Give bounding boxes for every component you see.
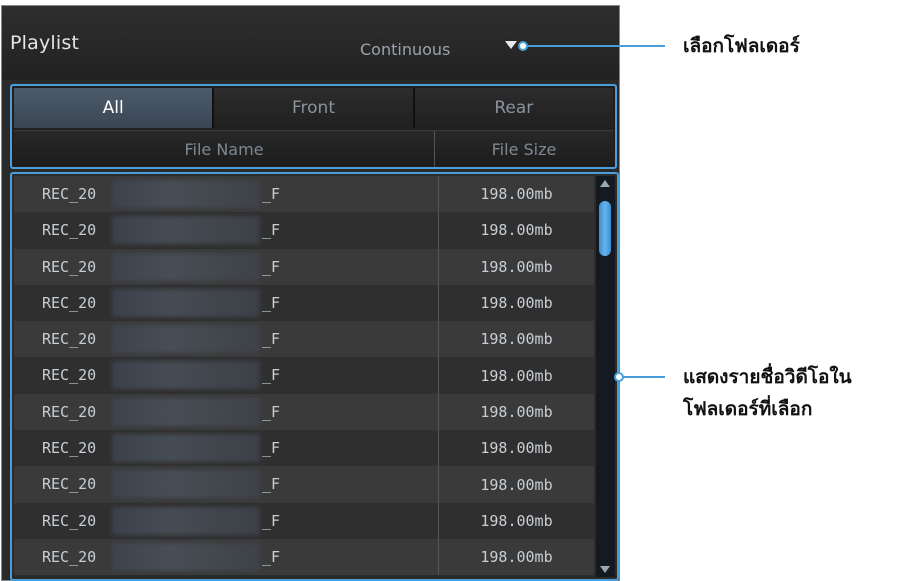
file-size-cell: 198.00mb [438,393,594,431]
file-name-redacted [112,325,260,354]
file-name-suffix: _F [262,475,281,494]
file-name-prefix: REC_20 [42,185,97,203]
scroll-down-icon[interactable] [600,566,610,573]
file-size-cell: 198.00mb [438,284,594,322]
file-name-prefix: REC_20 [42,366,97,385]
file-name-suffix: _F [262,511,281,530]
file-name-cell: REC_20 _F [14,249,438,285]
dropdown-arrow-icon[interactable] [505,41,517,49]
column-header: File Name File Size [14,130,613,167]
playlist-title: Playlist [10,32,80,54]
file-name-redacted [112,434,260,463]
file-name-prefix: REC_20 [42,511,97,530]
file-size-cell: 198.00mb [438,176,594,213]
tab-all[interactable]: All [14,88,215,128]
tab-bar: All Front Rear [14,88,613,128]
callout-line-list [623,376,665,378]
file-name-redacted [112,470,260,499]
file-name-redacted [112,542,260,571]
file-name-cell: REC_20 _F [14,430,438,466]
file-name-cell: REC_20 _F [14,212,438,248]
file-size-cell: 198.00mb [438,502,594,539]
callout-list-text-2: โฟลเดอร์ที่เลือก [683,398,813,420]
folder-select[interactable]: Continuous [360,40,450,59]
file-name-suffix: _F [262,402,281,421]
file-name-suffix: _F [262,185,281,203]
file-size-cell: 198.00mb [438,321,594,358]
playlist-panel: Playlist Continuous All Front Rear File … [1,5,620,581]
tab-front[interactable]: Front [214,88,415,128]
scroll-up-icon[interactable] [600,180,610,187]
file-name-cell: REC_20 _F [14,321,438,357]
file-name-redacted [112,506,260,535]
scrollbar-thumb[interactable] [599,201,611,256]
file-list-rows: REC_20 _F 198.00mb REC_20 _F 198.00mb REC_20 _F… [14,176,594,576]
table-row[interactable]: REC_20 _F 198.00mb [14,176,594,213]
scrollbar[interactable] [596,176,615,577]
file-name-prefix: REC_20 [42,439,97,458]
table-row[interactable]: REC_20 _F 198.00mb [14,393,594,431]
file-name-suffix: _F [262,221,281,240]
table-row[interactable]: REC_20 _F 198.00mb [14,502,594,539]
file-name-prefix: REC_20 [42,547,97,566]
file-size-cell: 198.00mb [438,538,594,576]
tabs-and-column-header: All Front Rear File Name File Size [10,84,617,169]
file-size-cell: 198.00mb [438,357,594,394]
file-name-redacted [112,180,260,208]
file-name-cell: REC_20 _F [14,394,438,430]
file-name-prefix: REC_20 [42,475,97,494]
file-size-cell: 198.00mb [438,212,594,249]
column-file-size[interactable]: File Size [435,131,613,167]
file-list: REC_20 _F 198.00mb REC_20 _F 198.00mb REC_20 _F… [10,172,619,581]
file-name-prefix: REC_20 [42,221,97,240]
file-name-prefix: REC_20 [42,402,97,421]
file-name-cell: REC_20 _F [14,466,438,502]
file-size-cell: 198.00mb [438,248,594,285]
table-row[interactable]: REC_20 _F 198.00mb [14,284,594,322]
file-name-suffix: _F [262,547,281,566]
callout-list-text-1: แสดงรายชื่อวิดีโอใน [683,366,852,388]
file-name-redacted [112,252,260,281]
file-name-prefix: REC_20 [42,330,97,349]
file-name-suffix: _F [262,330,281,349]
file-name-redacted [112,397,260,426]
callout-folder-text: เลือกโฟลเดอร์ [683,35,800,57]
file-name-redacted [112,288,260,317]
file-name-cell: REC_20 _F [14,357,438,393]
file-name-suffix: _F [262,366,281,385]
column-file-name[interactable]: File Name [14,131,435,167]
file-name-suffix: _F [262,257,281,276]
callout-line-folder [527,45,665,47]
file-name-suffix: _F [262,293,281,312]
file-name-cell: REC_20 _F [14,539,438,575]
file-name-prefix: REC_20 [42,257,97,276]
file-name-cell: REC_20 _F [14,503,438,539]
table-row[interactable]: REC_20 _F 198.00mb [14,248,594,285]
table-row[interactable]: REC_20 _F 198.00mb [14,538,594,576]
file-name-redacted [112,216,260,245]
tab-rear[interactable]: Rear [414,88,613,128]
file-size-cell: 198.00mb [438,466,594,503]
file-name-prefix: REC_20 [42,293,97,312]
table-row[interactable]: REC_20 _F 198.00mb [14,321,594,358]
file-name-suffix: _F [262,439,281,458]
file-name-cell: REC_20 _F [14,176,438,212]
file-size-cell: 198.00mb [438,430,594,467]
table-row[interactable]: REC_20 _F 198.00mb [14,466,594,503]
table-row[interactable]: REC_20 _F 198.00mb [14,212,594,249]
table-row[interactable]: REC_20 _F 198.00mb [14,357,594,394]
file-name-redacted [112,361,260,390]
table-row[interactable]: REC_20 _F 198.00mb [14,430,594,467]
file-name-cell: REC_20 _F [14,285,438,321]
